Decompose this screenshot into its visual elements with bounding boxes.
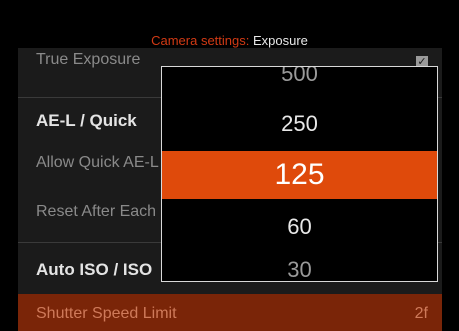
section-ae-lock-label: AE-L / Quick	[36, 111, 137, 130]
setting-shutter-speed-limit[interactable]: Shutter Speed Limit 2f	[18, 294, 442, 331]
setting-allow-quick-label: Allow Quick AE-L	[36, 154, 159, 171]
picker-option[interactable]: 30	[162, 255, 437, 281]
screen: Camera settings: Exposure True Exposure …	[0, 0, 459, 331]
picker-option[interactable]: 60	[162, 207, 437, 247]
setting-true-exposure-label: True Exposure	[36, 51, 141, 68]
section-auto-iso-label: Auto ISO / ISO	[36, 260, 153, 279]
picker-option-selected[interactable]: 125	[162, 151, 437, 199]
setting-shutter-speed-limit-label: Shutter Speed Limit	[36, 305, 177, 322]
setting-shutter-speed-limit-value: 2f	[414, 305, 428, 322]
picker-option[interactable]: 250	[162, 104, 437, 144]
picker-option[interactable]: 500	[162, 67, 437, 89]
shutter-speed-picker[interactable]: 500 250 125 60 30	[161, 66, 438, 282]
